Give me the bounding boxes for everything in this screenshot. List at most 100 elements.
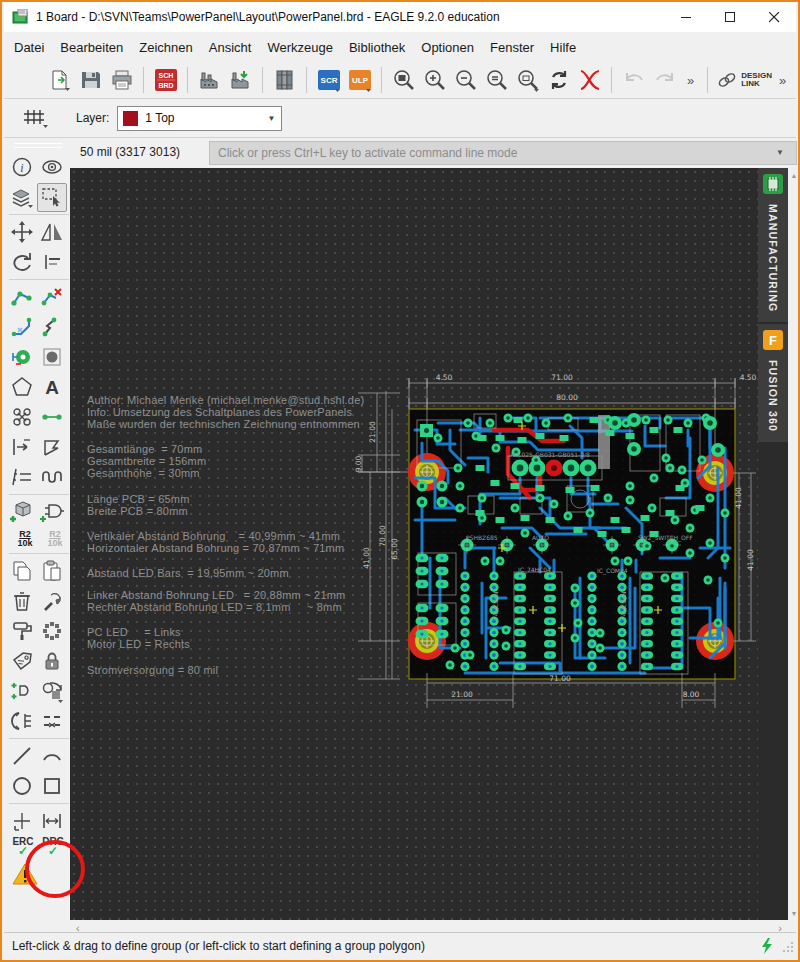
refresh-button[interactable]: [543, 65, 574, 95]
mirror-tool[interactable]: [37, 218, 67, 247]
save-button[interactable]: [75, 65, 106, 95]
layer-dropdown[interactable]: 1 Top ▼: [117, 106, 282, 131]
name-tool[interactable]: [37, 248, 67, 277]
rotate-tool[interactable]: [7, 248, 37, 277]
add-symbol-tool[interactable]: [7, 677, 37, 706]
label-tool[interactable]: [7, 647, 37, 676]
toolbar-separator: [262, 67, 263, 93]
minimize-button[interactable]: [664, 2, 708, 32]
value-button[interactable]: R210k: [10, 527, 40, 551]
zoom-redraw-button[interactable]: [512, 65, 543, 95]
command-history-chevron[interactable]: ▼: [776, 148, 784, 157]
board-annotation-line: Horizontaler Abstand Bohrung = 70,87mm ~…: [87, 542, 344, 554]
measure-tool[interactable]: [37, 807, 67, 836]
menu-ansicht[interactable]: Ansicht: [201, 35, 260, 60]
paste-tool[interactable]: [37, 557, 67, 586]
menu-werkzeuge[interactable]: Werkzeuge: [259, 35, 341, 60]
menu-zeichnen[interactable]: Zeichnen: [131, 35, 200, 60]
scr-script-button[interactable]: SCR: [313, 65, 344, 95]
value-button-disabled[interactable]: R210k: [40, 527, 70, 551]
drc-button[interactable]: DRC✓: [38, 836, 68, 856]
vertical-scrollbar[interactable]: ▲ ▼: [788, 168, 800, 920]
menu-bibliothek[interactable]: Bibliothek: [341, 35, 413, 60]
undo-button[interactable]: [618, 65, 649, 95]
toolbar-overflow-chevron[interactable]: »: [680, 73, 701, 88]
move-tool[interactable]: [7, 218, 37, 247]
side-tab-manufacturing[interactable]: MANUFACTURING: [758, 168, 788, 322]
change-tool[interactable]: [37, 587, 67, 616]
polygon-tool[interactable]: [7, 373, 37, 402]
redo-button[interactable]: [649, 65, 680, 95]
board-canvas[interactable]: 4.5071.004.5080.0021.009.0041.0070.0065.…: [70, 168, 758, 920]
dimension-tool[interactable]: [7, 433, 37, 462]
paint-tool[interactable]: [7, 617, 37, 646]
sch-brd-switch-button[interactable]: SCHBRD: [150, 65, 181, 95]
zoom-fit-button[interactable]: [388, 65, 419, 95]
replace-tool[interactable]: [37, 677, 67, 706]
meander-tool[interactable]: [37, 463, 67, 492]
ulp-button[interactable]: ULP: [344, 65, 375, 95]
scroll-down-arrow[interactable]: ▼: [788, 906, 800, 920]
grid-settings-button[interactable]: [16, 103, 54, 133]
command-line-input[interactable]: [209, 141, 797, 165]
menu-datei[interactable]: Datei: [6, 35, 52, 60]
warning-icon[interactable]: [12, 862, 70, 890]
via-tool[interactable]: [7, 343, 37, 372]
ratsnest-tool[interactable]: [7, 403, 37, 432]
optimize-tool[interactable]: [37, 707, 67, 736]
design-link-overflow-chevron[interactable]: »: [772, 73, 793, 88]
new-file-button[interactable]: [44, 65, 75, 95]
signal-tool[interactable]: [37, 403, 67, 432]
menu-bearbeiten[interactable]: Bearbeiten: [52, 35, 131, 60]
svg-text:9.00: 9.00: [354, 455, 363, 472]
pad-tool[interactable]: [37, 343, 67, 372]
layer-settings-tool[interactable]: [7, 183, 37, 212]
close-button[interactable]: [752, 2, 796, 32]
info-tool[interactable]: i: [7, 153, 37, 182]
toolbar-grip[interactable]: [14, 143, 62, 151]
copy-tool[interactable]: [7, 557, 37, 586]
menu-optionen[interactable]: Optionen: [413, 35, 482, 60]
side-tab-fusion-360[interactable]: FFUSION 360: [758, 324, 788, 442]
menu-fenster[interactable]: Fenster: [482, 35, 542, 60]
group-select-tool[interactable]: [37, 183, 67, 212]
smash-tool[interactable]: [37, 433, 67, 462]
add-part-tool[interactable]: [7, 498, 37, 527]
delete-wire-tool[interactable]: [37, 283, 67, 312]
eye-show-tool[interactable]: [37, 153, 67, 182]
miter-tool[interactable]: [7, 313, 37, 342]
rect-tool[interactable]: [37, 772, 67, 801]
add-gate-tool[interactable]: [37, 498, 67, 527]
route-wire-tool[interactable]: [7, 283, 37, 312]
board-annotation-line: Abstand LED Bars = 19,95mm ~ 20mm: [87, 567, 289, 579]
status-bar: Left-click & drag to define group (or le…: [4, 932, 796, 958]
cam-output-button[interactable]: [225, 65, 256, 95]
ripup-tool[interactable]: [37, 313, 67, 342]
zoom-select-button[interactable]: [481, 65, 512, 95]
brd-file-icon: [12, 9, 30, 25]
menu-hilfe[interactable]: Hilfe: [542, 35, 584, 60]
delete-tool[interactable]: [7, 587, 37, 616]
group-edit-tool[interactable]: [37, 617, 67, 646]
resize-grip[interactable]: [782, 939, 796, 953]
maximize-button[interactable]: [708, 2, 752, 32]
zoom-in-button[interactable]: [419, 65, 450, 95]
text-tool[interactable]: A: [37, 373, 67, 402]
library-button[interactable]: [269, 65, 300, 95]
print-button[interactable]: [106, 65, 137, 95]
zoom-out-button[interactable]: [450, 65, 481, 95]
mixed-signals-button[interactable]: [574, 65, 605, 95]
net-class-tool[interactable]: [7, 463, 37, 492]
lock-tool[interactable]: [37, 647, 67, 676]
pinswap-tool[interactable]: [7, 707, 37, 736]
line-tool[interactable]: [7, 742, 37, 771]
palette-separator: [9, 279, 69, 280]
arc-tool[interactable]: [37, 742, 67, 771]
design-link-button[interactable]: DESIGN LINK: [716, 69, 772, 91]
mark-tool[interactable]: [7, 807, 37, 836]
cam-processor-button[interactable]: [194, 65, 225, 95]
circle-tool[interactable]: [7, 772, 37, 801]
scroll-up-arrow[interactable]: ▲: [788, 168, 800, 182]
svg-text:BRD: BRD: [158, 82, 173, 89]
erc-button[interactable]: ERC✓: [8, 836, 38, 856]
